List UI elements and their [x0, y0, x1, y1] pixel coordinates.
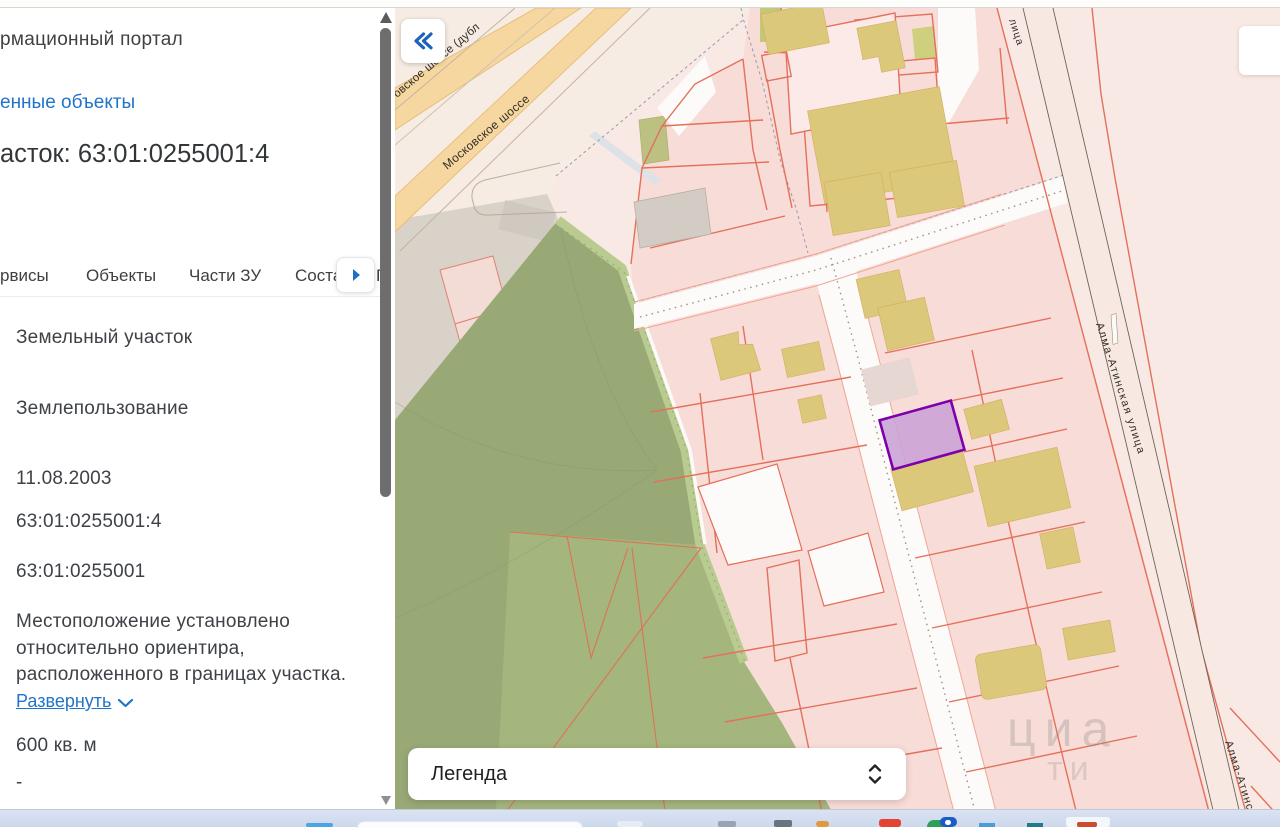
svg-text:ти: ти	[1047, 750, 1096, 788]
svg-text:циа: циа	[1007, 701, 1118, 757]
